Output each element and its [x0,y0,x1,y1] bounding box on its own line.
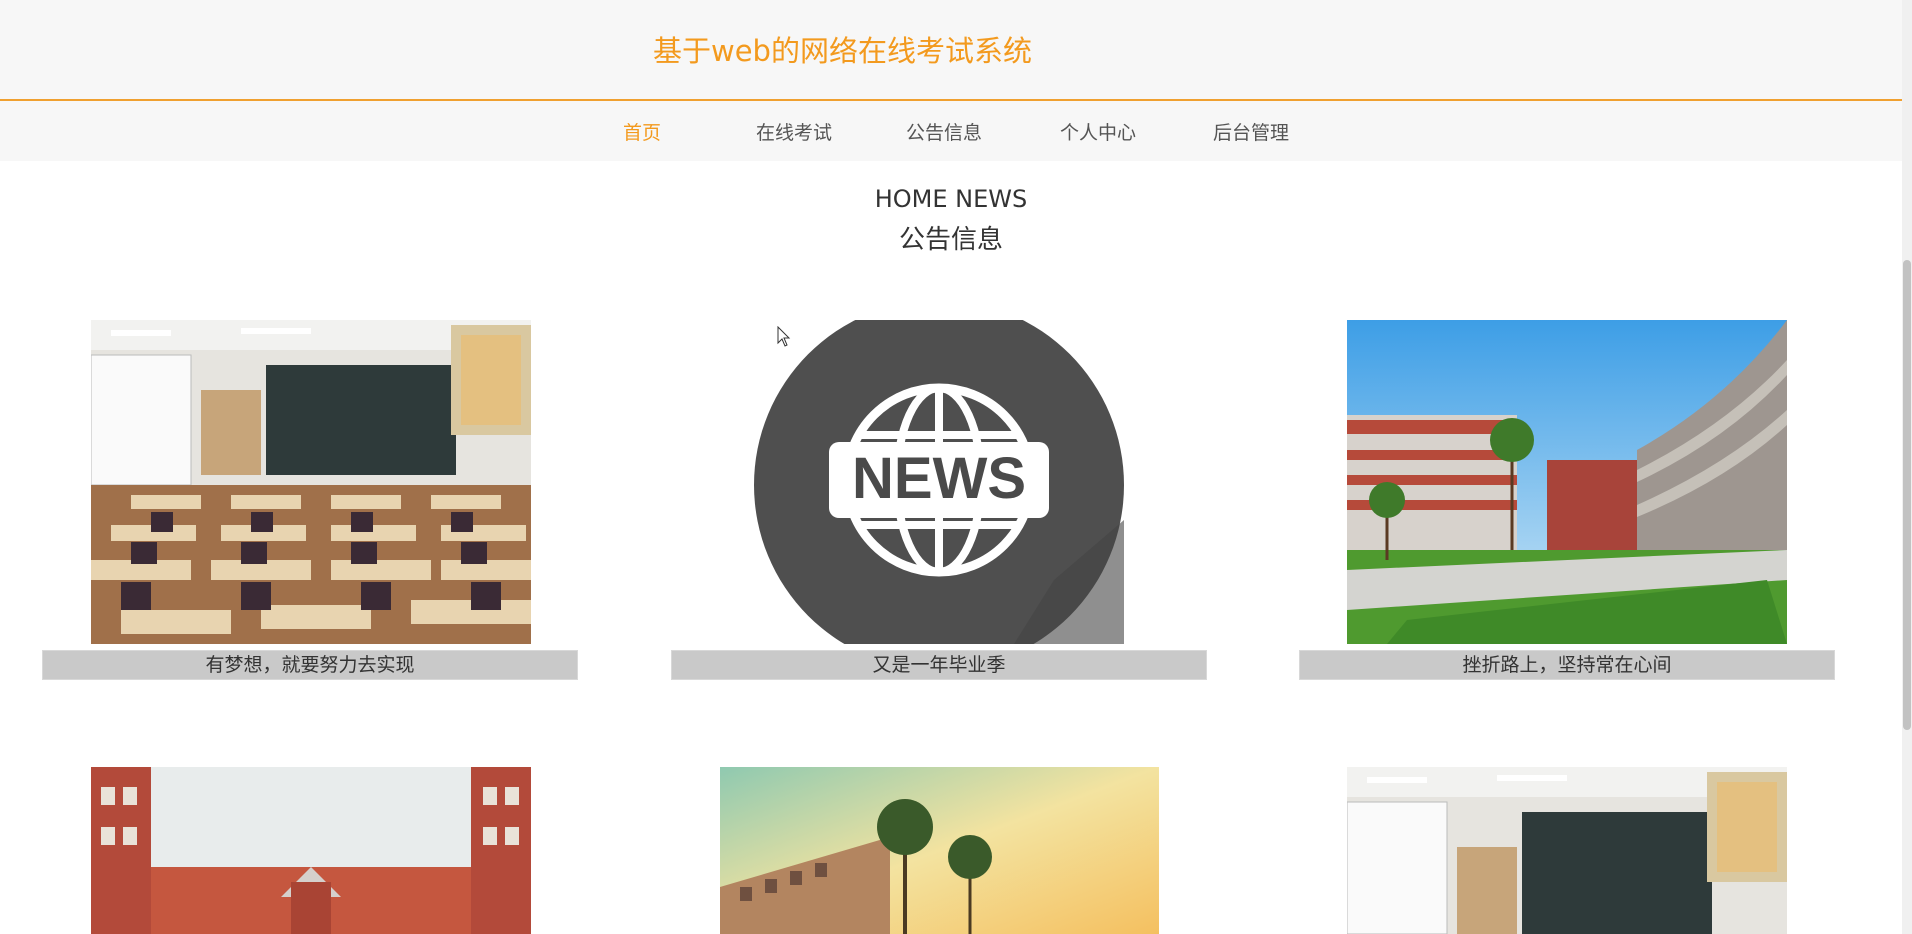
campus-courtyard-photo [1347,320,1787,644]
classroom-photo [91,320,531,644]
scrollbar-thumb[interactable] [1903,260,1911,730]
classroom-photo [1347,767,1787,934]
news-image-classroom[interactable] [91,320,531,644]
nav-item-personal-center[interactable]: 个人中心 [1060,118,1136,145]
section-title-cn: 公告信息 [898,225,1003,255]
news-image-globe[interactable]: NEWS [754,320,1124,644]
school-building-photo [91,767,531,934]
news-image-school-building[interactable] [91,767,531,934]
news-caption[interactable]: 挫折路上，坚持常在心间 [1299,650,1835,680]
news-caption[interactable]: 有梦想，就要努力去实现 [42,650,578,680]
main-nav: 首页 在线考试 公告信息 个人中心 后台管理 [0,101,1902,161]
nav-item-announcements[interactable]: 公告信息 [906,118,982,145]
news-caption[interactable]: 又是一年毕业季 [671,650,1207,680]
news-image-sunset-building[interactable] [720,767,1159,934]
news-image-classroom-2[interactable] [1347,767,1787,934]
page-scrollbar[interactable] [1902,0,1912,934]
sunset-building-photo [720,767,1159,934]
site-title[interactable]: 基于web的网络在线考试系统 [653,28,1032,70]
news-image-campus[interactable] [1347,320,1787,644]
nav-item-admin[interactable]: 后台管理 [1213,118,1289,145]
page: 基于web的网络在线考试系统 首页 在线考试 公告信息 个人中心 后台管理 HO… [0,0,1912,934]
site-header: 基于web的网络在线考试系统 [0,0,1902,101]
mouse-cursor-icon [777,326,791,347]
nav-item-home[interactable]: 首页 [623,118,661,145]
svg-text:NEWS: NEWS [852,446,1026,511]
section-title-en: HOME NEWS [874,185,1028,213]
news-globe-icon: NEWS [754,320,1124,644]
nav-item-online-exam[interactable]: 在线考试 [756,118,832,145]
